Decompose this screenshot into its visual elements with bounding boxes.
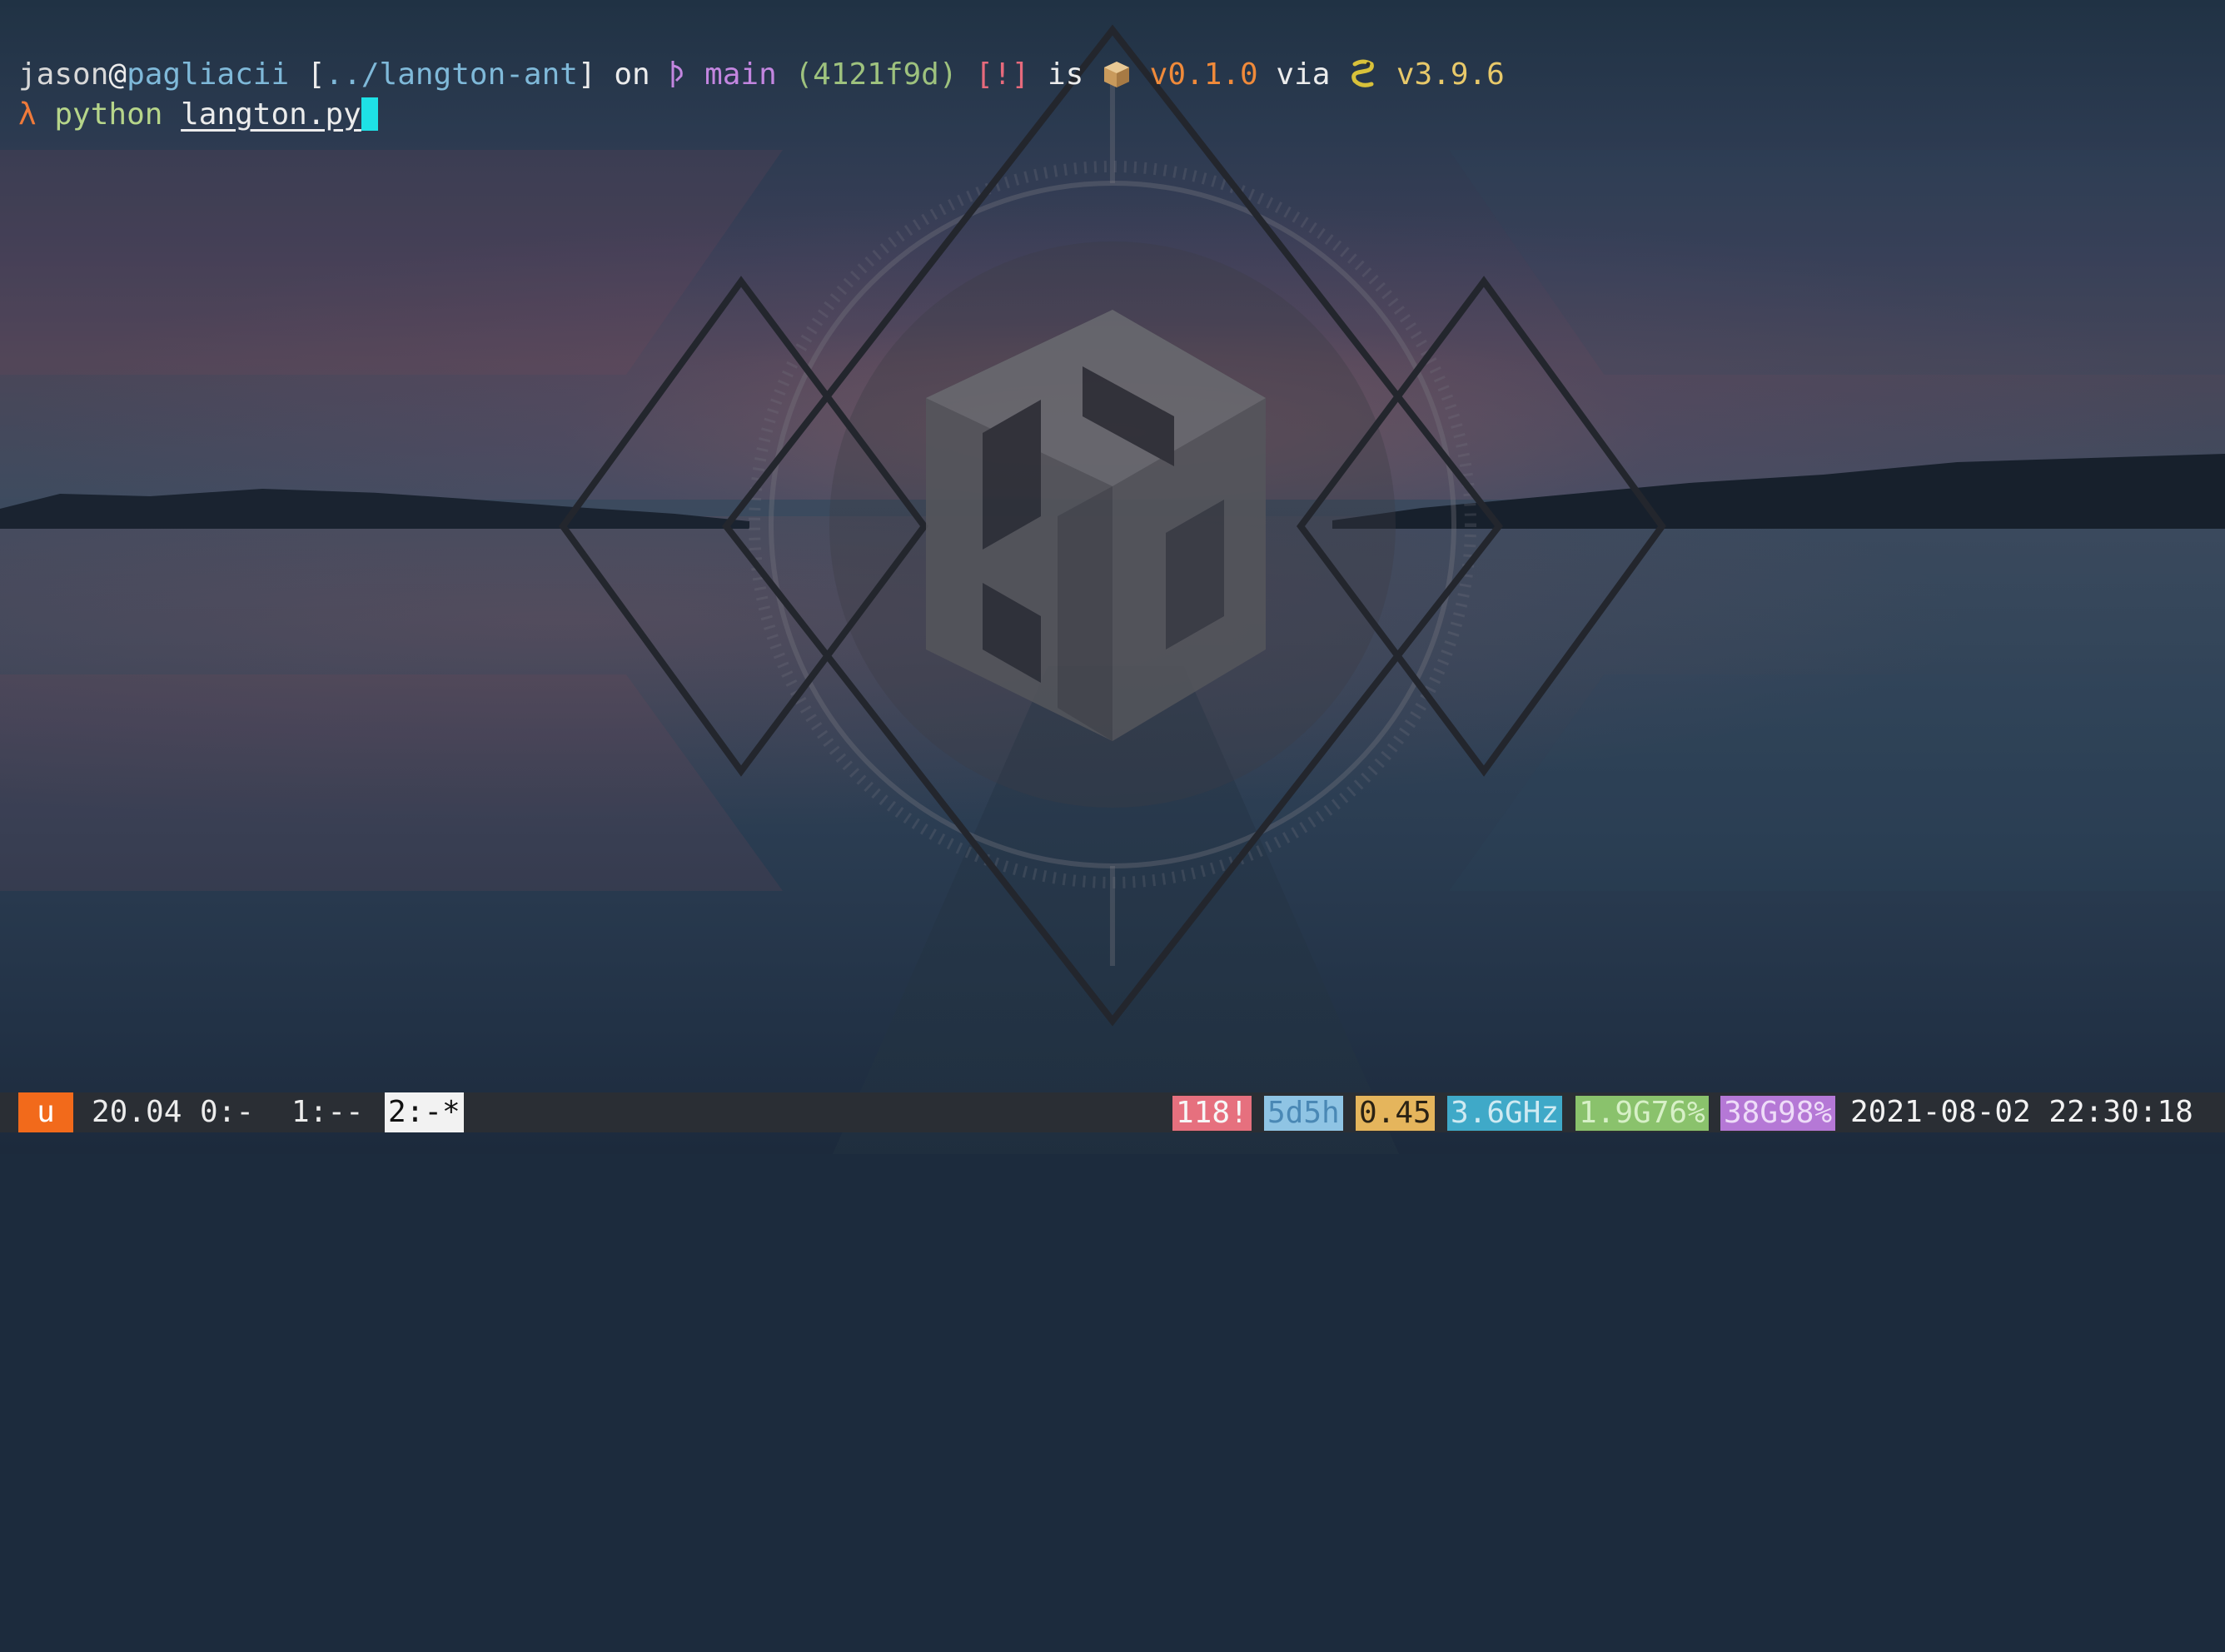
prompt-commit: (4121f9d) — [794, 57, 958, 92]
clock: 2021-08-02 22:30:18 — [1850, 1095, 2193, 1129]
prompt-path-open: [ — [306, 57, 326, 92]
prompt-at: @ — [108, 57, 127, 92]
session-badge[interactable]: u — [18, 1092, 73, 1132]
prompt-python-version: v3.9.6 — [1396, 57, 1505, 92]
os-version: 20.04 — [92, 1095, 182, 1129]
cpu-frequency: 3.6GHz — [1447, 1096, 1563, 1131]
prompt-path-close: ] — [577, 57, 596, 92]
window-tab-2-active[interactable]: 2:-* — [385, 1092, 464, 1132]
prompt-via: via — [1276, 57, 1331, 92]
process-count: 118! — [1172, 1096, 1252, 1131]
prompt-is: is — [1047, 57, 1084, 92]
text-cursor — [361, 97, 378, 131]
prompt-git-status: [!] — [975, 57, 1030, 92]
prompt-host: pagliacii — [127, 57, 290, 92]
package-icon — [1102, 59, 1132, 100]
prompt-on: on — [614, 57, 650, 92]
terminal-window[interactable]: jason@pagliacii [../langton-ant] on main… — [0, 0, 2225, 1154]
prompt-path: ../langton-ant — [325, 57, 578, 92]
shell-prompt: jason@pagliacii [../langton-ant] on main… — [18, 55, 1505, 100]
memory-usage: 1.9G76% — [1575, 1096, 1709, 1131]
tmux-status-bar: u 20.04 0:- 1:-- 2:-* 118! 5d5h 0.45 3.6… — [0, 1092, 2225, 1132]
window-tab-1[interactable]: 1:-- — [291, 1092, 364, 1132]
disk-usage: 38G98% — [1720, 1096, 1836, 1131]
command-argument: langton.py — [181, 97, 361, 132]
prompt-package-version: v0.1.0 — [1149, 57, 1258, 92]
prompt-branch: main — [704, 57, 777, 92]
git-branch-icon — [668, 59, 686, 100]
prompt-lambda: λ — [18, 97, 37, 132]
load-average: 0.45 — [1356, 1096, 1435, 1131]
command-line[interactable]: λ python langton.py — [18, 95, 378, 135]
python-icon — [1348, 59, 1378, 100]
uptime: 5d5h — [1264, 1096, 1343, 1131]
prompt-user: jason — [18, 57, 109, 92]
window-tab-0[interactable]: 0:- — [200, 1092, 254, 1132]
command-program: python — [54, 97, 163, 132]
